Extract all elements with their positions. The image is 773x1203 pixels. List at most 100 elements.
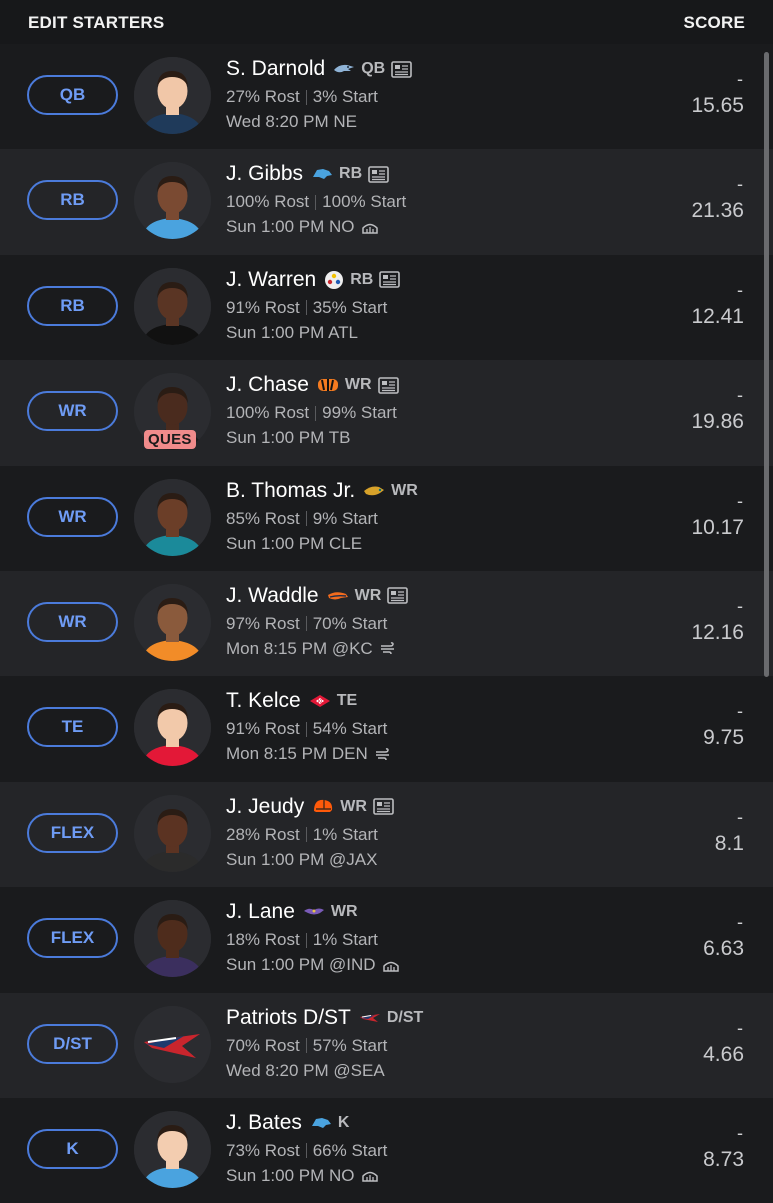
browns-logo-icon (312, 797, 334, 817)
game-info: Sun 1:00 PM @IND (226, 955, 376, 975)
projected-score-dash: - (737, 174, 743, 195)
started-percent: 1% Start (312, 930, 378, 950)
projected-score: 15.65 (691, 94, 744, 117)
page-title: EDIT STARTERS (28, 12, 165, 32)
player-name-link[interactable]: J. Lane (226, 900, 295, 924)
player-name-link[interactable]: J. Gibbs (226, 162, 303, 186)
started-percent: 66% Start (312, 1140, 388, 1160)
game-info: Sun 1:00 PM CLE (226, 533, 363, 553)
player-row[interactable]: WR J. Waddle WR 97% Rost 70% Start Mon 8:15 P… (0, 570, 773, 677)
player-info: J. Gibbs RB 100% Rost 100% Start Sun 1:00 PM… (226, 160, 406, 238)
position-slot-button[interactable]: TE (27, 707, 118, 748)
player-position: RB (339, 165, 363, 183)
news-icon[interactable] (379, 271, 401, 289)
position-slot-button[interactable]: RB (27, 180, 118, 221)
header: EDIT STARTERS SCORE (0, 0, 773, 46)
position-slot-button[interactable]: WR (27, 391, 118, 432)
player-headshot[interactable] (134, 689, 211, 767)
wind-icon (375, 747, 391, 761)
player-info: J. Bates K 73% Rost 66% Start Sun 1:00 PM NO (226, 1109, 387, 1187)
projected-score: 12.41 (691, 304, 744, 328)
divider (315, 194, 317, 210)
player-name-link[interactable]: J. Bates (226, 1111, 302, 1135)
seahawks-logo-icon (333, 62, 355, 76)
player-position: WR (330, 903, 358, 921)
player-row[interactable]: RB J. Gibbs RB 100% Rost 100% Start Sun 1:00 … (0, 149, 773, 255)
player-name-link[interactable]: J. Warren (226, 268, 316, 292)
projected-score: 21.36 (691, 199, 744, 223)
player-row[interactable]: TE T. Kelce KC TE 91% Rost 54% Start Mon 8:15 … (0, 676, 773, 782)
player-headshot[interactable] (134, 57, 211, 134)
news-icon[interactable] (368, 166, 389, 183)
player-headshot[interactable] (134, 1110, 211, 1188)
player-headshot[interactable] (134, 1005, 211, 1083)
position-slot-button[interactable]: RB (27, 285, 118, 326)
projected-score-dash: - (737, 1017, 743, 1038)
player-headshot[interactable] (134, 478, 211, 556)
player-name-link[interactable]: T. Kelce (226, 689, 301, 713)
projected-score-dash: - (737, 595, 743, 616)
steelers-logo-icon (324, 270, 344, 290)
game-info: Sun 1:00 PM ATL (226, 322, 358, 342)
player-row[interactable]: RB J. Warren RB 91% Rost 35% Start Sun 1:00 P… (0, 254, 773, 361)
dome-icon (382, 959, 399, 972)
position-slot-button[interactable]: K (27, 1128, 118, 1169)
news-icon[interactable] (391, 60, 413, 78)
news-icon[interactable] (387, 587, 409, 605)
news-icon[interactable] (377, 376, 399, 394)
player-name-link[interactable]: J. Chase (226, 373, 309, 397)
player-info: J. Warren RB 91% Rost 35% Start Sun 1:00 PM … (226, 266, 401, 344)
game-info: Sun 1:00 PM @JAX (226, 849, 378, 869)
player-row[interactable]: WR B. Thomas Jr. WR 85% Rost 9% Start Sun 1:0… (0, 465, 773, 571)
bengals-logo-icon (317, 377, 339, 393)
player-info: J. Chase WR 100% Rost 99% Start Sun 1:00 PM … (226, 371, 399, 449)
player-name-link[interactable]: Patriots D/ST (226, 1006, 351, 1030)
lions-logo-icon (311, 167, 333, 181)
player-headshot[interactable] (134, 794, 211, 872)
player-headshot[interactable] (134, 267, 211, 345)
started-percent: 99% Start (322, 403, 397, 423)
position-slot-button[interactable]: FLEX (27, 918, 118, 959)
started-percent: 3% Start (312, 87, 378, 106)
rostered-percent: 73% Rost (226, 1140, 300, 1160)
rostered-percent: 91% Rost (226, 719, 300, 739)
news-icon[interactable] (373, 798, 394, 816)
player-position: WR (344, 376, 372, 394)
rostered-percent: 85% Rost (226, 508, 300, 528)
broncos-logo-icon (327, 589, 349, 603)
position-slot-button[interactable]: FLEX (27, 812, 118, 853)
position-slot-button[interactable]: QB (27, 75, 118, 115)
player-row[interactable]: QB S. Darnold QB 27% Rost 3% Start Wed 8:20 P… (0, 44, 773, 150)
player-name-link[interactable]: B. Thomas Jr. (226, 479, 355, 503)
player-name-link[interactable]: J. Jeudy (226, 795, 304, 819)
position-slot-button[interactable]: WR (27, 601, 118, 642)
wind-icon (380, 642, 396, 655)
player-headshot[interactable] (134, 900, 211, 978)
rostered-percent: 28% Rost (226, 824, 300, 844)
player-row[interactable]: FLEX J. Jeudy WR 28% Rost 1% Start Sun 1:00 P… (0, 781, 773, 888)
rostered-percent: 91% Rost (226, 297, 300, 317)
projected-score-dash: - (737, 701, 743, 722)
score-column-header: SCORE (683, 12, 745, 32)
divider (305, 300, 307, 316)
position-slot-button[interactable]: D/ST (27, 1023, 118, 1064)
player-headshot[interactable] (134, 583, 211, 661)
player-name-link[interactable]: S. Darnold (226, 57, 325, 81)
jaguars-logo-icon (363, 484, 385, 498)
player-headshot[interactable] (134, 162, 211, 240)
projected-score-dash: - (737, 806, 743, 827)
player-info: J. Waddle WR 97% Rost 70% Start Mon 8:15 PM … (226, 582, 409, 660)
player-row[interactable]: K J. Bates K 73% Rost 66% Start Sun 1:00 PM N… (0, 1097, 773, 1203)
player-row[interactable]: D/ST Patriots D/ST D/ST 70% Rost 57% Start We… (0, 992, 773, 1098)
player-row[interactable]: WR QUES J. Chase WR 100% Rost 99% Start Sun 1:… (0, 360, 773, 466)
game-info: Wed 8:20 PM NE (226, 112, 358, 131)
divider (305, 721, 307, 737)
lions-logo-icon (310, 1116, 332, 1130)
player-row[interactable]: FLEX J. Lane WR 18% Rost 1% Start Sun 1:00 PM… (0, 887, 773, 993)
position-slot-button[interactable]: WR (27, 496, 118, 537)
patriots-logo-icon (359, 1011, 381, 1025)
player-name-link[interactable]: J. Waddle (226, 584, 319, 608)
player-info: J. Lane WR 18% Rost 1% Start Sun 1:00 PM @IN… (226, 898, 399, 976)
scrollbar[interactable] (764, 52, 769, 677)
projected-score-dash: - (737, 385, 743, 406)
